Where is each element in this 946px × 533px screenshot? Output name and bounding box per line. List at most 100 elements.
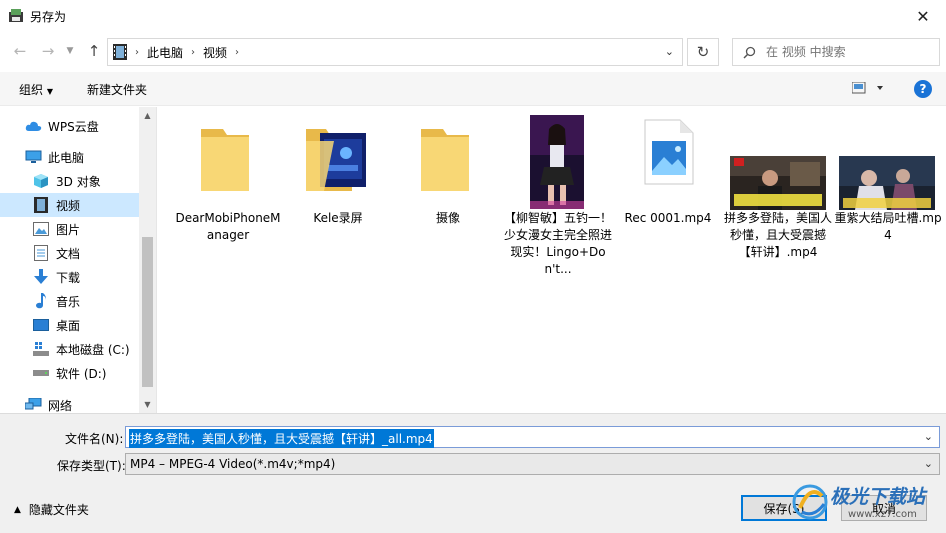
video-icon: [32, 197, 50, 213]
computer-icon: [24, 149, 42, 165]
chevron-down-icon: ⌄: [923, 457, 933, 470]
search-input[interactable]: [764, 44, 924, 60]
music-icon: [32, 293, 50, 309]
sidebar-item-label: WPS云盘: [48, 119, 99, 134]
scroll-down-icon[interactable]: ▼: [139, 396, 156, 413]
new-folder-button[interactable]: 新建文件夹: [87, 81, 147, 98]
recent-locations-button[interactable]: ▼: [58, 38, 82, 64]
refresh-icon: ↻: [696, 43, 710, 61]
arrow-right-icon: →: [41, 42, 55, 60]
filename-label: 文件名(N):: [65, 432, 124, 446]
arrow-left-icon: ←: [13, 42, 27, 60]
file-name: 拼多多登陆，美国人秒懂，且大受震撼【轩讲】.mp4: [723, 211, 832, 259]
sidebar-item-music[interactable]: 音乐: [0, 289, 140, 313]
folder-preview-icon: [304, 125, 368, 198]
drive-d-icon: [32, 365, 50, 381]
sidebar-item-wps-cloud[interactable]: WPS云盘: [0, 114, 140, 138]
close-icon: ✕: [916, 6, 930, 26]
file-name: 摄像: [435, 211, 460, 225]
file-name: 【柳智敏】五钓一！少女漫女主完全照进现实！Lingo+Don't...: [503, 211, 612, 276]
chevron-right-icon: ›: [191, 46, 196, 58]
download-icon: [32, 269, 50, 285]
file-name: 重紫大结局吐槽.mp4: [834, 211, 942, 242]
sidebar-item-drive-c[interactable]: 本地磁盘 (C:): [0, 337, 140, 361]
sidebar-item-downloads[interactable]: 下载: [0, 265, 140, 289]
sidebar-item-label: 此电脑: [48, 150, 85, 165]
sidebar-item-label: 图片: [56, 222, 81, 237]
sidebar-item-label: 网络: [48, 398, 73, 413]
sidebar-item-drive-d[interactable]: 软件 (D:): [0, 361, 140, 385]
back-button[interactable]: ←: [8, 38, 32, 64]
sidebar-item-label: 桌面: [56, 318, 81, 333]
sidebar-item-pictures[interactable]: 图片: [0, 217, 140, 241]
sidebar-item-label: 3D 对象: [56, 174, 101, 189]
chevron-down-icon: ▼: [66, 46, 74, 56]
filetype-value: MP4 – MPEG-4 Video(*.m4v;*mp4): [130, 457, 336, 471]
search-icon: [743, 46, 756, 59]
scrollbar-thumb[interactable]: [142, 237, 153, 387]
file-name: Rec 0001.mp4: [624, 211, 712, 225]
sidebar-scrollbar[interactable]: ▲ ▼: [139, 107, 156, 413]
organize-label: 组织: [19, 83, 44, 97]
chevron-right-icon: ›: [235, 46, 240, 58]
command-toolbar: 组织 ▼ 新建文件夹 ?: [0, 72, 946, 106]
help-icon: ?: [919, 82, 927, 96]
title-bar: 另存为 ✕: [0, 0, 946, 32]
filename-value: 拼多多登陆，美国人秒懂，且大受震撼【轩讲】_all.mp4: [129, 429, 434, 448]
sidebar-item-desktop[interactable]: 桌面: [0, 313, 140, 337]
network-icon: [24, 397, 42, 413]
sidebar-item-documents[interactable]: 文档: [0, 241, 140, 265]
sidebar-item-3d-objects[interactable]: 3D 对象: [0, 169, 140, 193]
sidebar-item-label: 本地磁盘 (C:): [56, 342, 130, 357]
navigation-pane: WPS云盘 此电脑 3D 对象 视频 图片 文档 下载 音乐 桌面 本地磁盘 (…: [0, 107, 157, 413]
sidebar-item-label: 文档: [56, 246, 81, 261]
video-thumbnail: [839, 156, 935, 215]
watermark-logo: 极光下载站 www.xz7.com: [788, 478, 938, 530]
filename-input[interactable]: 拼多多登陆，美国人秒懂，且大受震撼【轩讲】_all.mp4 ⌄: [125, 426, 940, 448]
drive-c-icon: [32, 341, 50, 357]
save-dialog-icon: [8, 8, 24, 24]
folder-icon: [417, 125, 473, 198]
desktop-icon: [32, 317, 50, 333]
address-bar[interactable]: › 此电脑 › 视频 › ⌄: [107, 38, 683, 66]
filetype-label: 保存类型(T):: [57, 459, 126, 473]
chevron-right-icon: ›: [135, 46, 139, 58]
help-button[interactable]: ?: [914, 80, 932, 98]
video-thumbnail: [730, 156, 826, 215]
view-options-button[interactable]: [851, 81, 886, 97]
video-thumbnail: [530, 115, 584, 214]
sidebar-item-this-pc[interactable]: 此电脑: [0, 145, 140, 169]
scroll-up-icon[interactable]: ▲: [139, 107, 156, 124]
chevron-down-icon[interactable]: ⌄: [665, 45, 674, 58]
image-file-icon: [644, 119, 694, 190]
sidebar-item-label: 软件 (D:): [56, 366, 107, 381]
up-button[interactable]: ↑: [82, 38, 106, 64]
sidebar-item-label: 视频: [56, 198, 81, 213]
close-button[interactable]: ✕: [900, 0, 946, 32]
file-name: Kele录屏: [313, 211, 363, 225]
forward-button[interactable]: →: [36, 38, 60, 64]
pictures-icon: [32, 221, 50, 237]
search-box[interactable]: [732, 38, 940, 66]
video-icon: [113, 44, 127, 60]
refresh-button[interactable]: ↻: [687, 38, 719, 66]
organize-menu[interactable]: 组织 ▼: [19, 81, 53, 98]
breadcrumb-videos[interactable]: 视频: [203, 44, 227, 61]
watermark-text: 极光下载站: [830, 486, 926, 508]
cloud-icon: [24, 118, 42, 134]
sidebar-item-label: 下载: [56, 270, 81, 285]
chevron-up-icon: ▲: [14, 504, 21, 515]
hide-folders-toggle[interactable]: ▲ 隐藏文件夹: [14, 501, 89, 518]
sidebar-item-videos[interactable]: 视频: [0, 193, 140, 217]
navigation-bar: ← → ▼ ↑ › 此电脑 › 视频 › ⌄ ↻: [0, 34, 946, 68]
watermark-url: www.xz7.com: [848, 509, 917, 520]
arrow-up-icon: ↑: [87, 42, 101, 60]
file-list: DearMobiPhoneManager Kele录屏 摄像 【柳智敏】五钓一！…: [158, 107, 946, 413]
folder-icon: [197, 125, 253, 198]
window-title: 另存为: [30, 9, 67, 24]
chevron-down-icon[interactable]: ⌄: [924, 430, 933, 443]
filetype-select[interactable]: MP4 – MPEG-4 Video(*.m4v;*mp4) ⌄: [125, 453, 940, 475]
file-name: DearMobiPhoneManager: [175, 211, 281, 242]
3d-objects-icon: [32, 173, 50, 189]
breadcrumb-this-pc[interactable]: 此电脑: [147, 44, 183, 61]
